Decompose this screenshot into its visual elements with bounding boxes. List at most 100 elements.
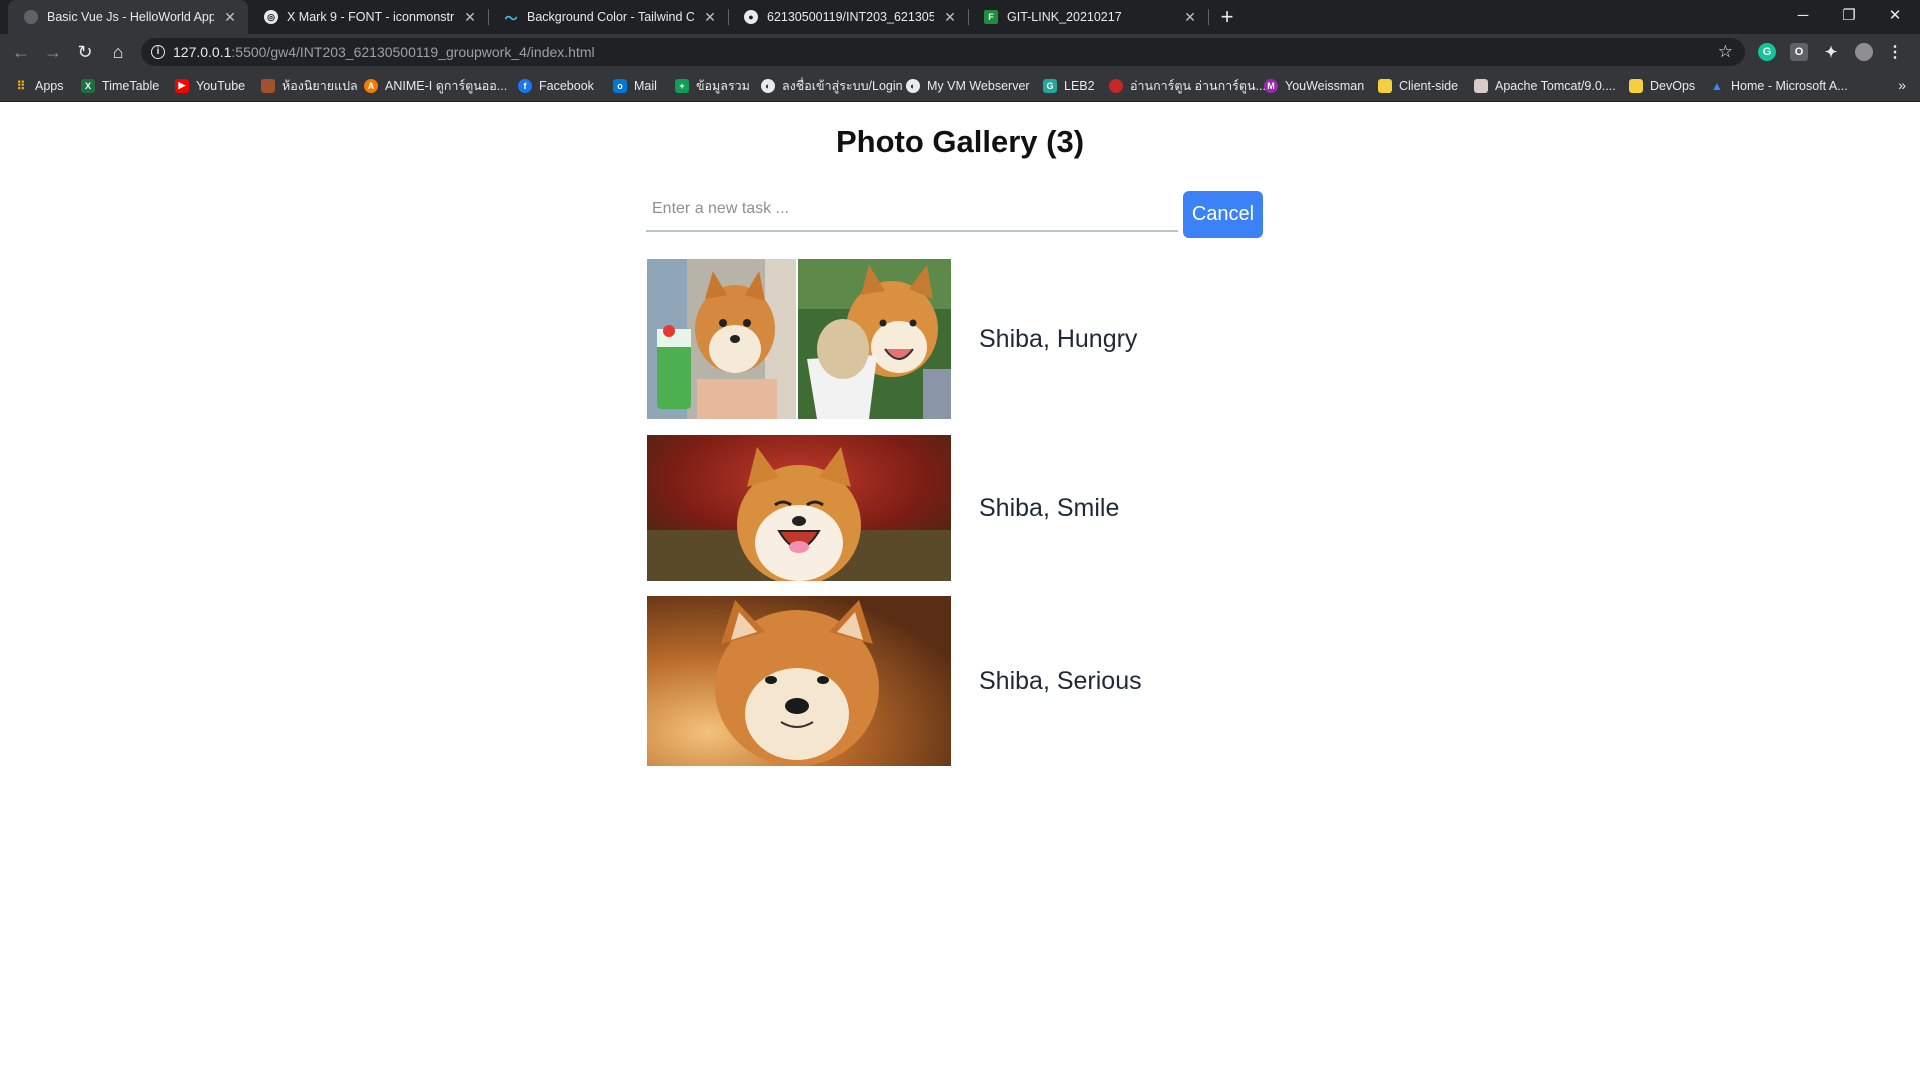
tab-tailwind[interactable]: 〜 Background Color - Tailwind CSS ✕ xyxy=(488,0,728,34)
close-icon[interactable]: ✕ xyxy=(942,9,958,26)
back-icon[interactable]: ← xyxy=(7,38,35,66)
new-tab-button[interactable]: + xyxy=(1214,4,1240,30)
tab-xmark[interactable]: ◎ X Mark 9 - FONT - iconmonstr ✕ xyxy=(248,0,488,34)
grammarly-icon[interactable]: G xyxy=(1758,43,1776,61)
bookmark-label: Home - Microsoft A... xyxy=(1731,78,1848,93)
bookmark-label: Client-side xyxy=(1399,78,1459,93)
bookmark-youweissman[interactable]: M YouWeissman xyxy=(1264,70,1364,101)
gallery-item[interactable]: Shiba, Smile xyxy=(647,435,1267,581)
forward-icon[interactable]: → xyxy=(39,38,67,66)
close-icon[interactable]: ✕ xyxy=(462,9,478,26)
menu-kebab-icon[interactable]: ⋮ xyxy=(1886,43,1904,61)
bookmark-tomcat[interactable]: Apache Tomcat/9.0.... xyxy=(1474,70,1616,101)
novel-site-icon xyxy=(261,78,275,93)
reload-icon[interactable]: ↻ xyxy=(71,38,99,66)
tab-basic-vue[interactable]: Basic Vue Js - HelloWorld App ✕ xyxy=(8,0,248,34)
excel-icon: X xyxy=(81,78,95,93)
puzzle-icon[interactable]: ✦ xyxy=(1822,43,1840,61)
browser-toolbar: ← → ↻ ⌂ i 127.0.0.1:5500/gw4/INT203_6213… xyxy=(0,34,1920,70)
bookmark-label: ข้อมูลรวม xyxy=(696,78,750,93)
home-icon[interactable]: ⌂ xyxy=(104,38,132,66)
bookmark-facebook[interactable]: f Facebook xyxy=(518,70,594,101)
page-title: Photo Gallery (3) xyxy=(835,124,1085,159)
bookmark-microsoft[interactable]: ▲ Home - Microsoft A... xyxy=(1710,70,1848,101)
profile-avatar[interactable] xyxy=(1855,43,1873,61)
bookmark-vm-webserver[interactable]: ◐ My VM Webserver xyxy=(906,70,1030,101)
leb2-icon: G xyxy=(1043,78,1057,93)
bookmark-label: Facebook xyxy=(539,78,594,93)
bookmark-youtube[interactable]: ▶ YouTube xyxy=(175,70,245,101)
facebook-icon: f xyxy=(518,78,532,93)
bookmark-apps[interactable]: ⠿ Apps xyxy=(14,70,64,101)
bookmark-label: LEB2 xyxy=(1064,78,1095,93)
shiba-hungry-image xyxy=(647,259,951,419)
shiba-serious-image xyxy=(647,596,951,766)
photo-shiba-serious[interactable] xyxy=(647,596,951,766)
bookmarks-bar: ⠿ Apps X TimeTable ▶ YouTube ห้องนิยายแป… xyxy=(0,70,1920,102)
bookmark-label: ANIME-I ดูการ์ตูนออ... xyxy=(385,78,508,93)
bookmark-label: Mail xyxy=(634,78,657,93)
youtube-icon: ▶ xyxy=(175,78,189,93)
photo-caption: Shiba, Serious xyxy=(979,666,1142,695)
bookmark-login[interactable]: ◐ ลงชื่อเข้าสู่ระบบ/Login xyxy=(761,70,903,101)
bookmark-novel[interactable]: ห้องนิยายแปล xyxy=(261,70,358,101)
bookmark-label: DevOps xyxy=(1650,78,1696,93)
close-icon[interactable]: ✕ xyxy=(222,9,238,26)
bookmark-label: My VM Webserver xyxy=(927,78,1030,93)
cancel-button[interactable]: Cancel xyxy=(1183,191,1263,238)
manga-site-icon xyxy=(1109,78,1123,93)
bookmark-label: ห้องนิยายแปล xyxy=(282,78,358,93)
bookmark-data[interactable]: + ข้อมูลรวม xyxy=(675,70,750,101)
gallery-item[interactable]: Shiba, Serious xyxy=(647,596,1267,766)
tab-strip: Basic Vue Js - HelloWorld App ✕ ◎ X Mark… xyxy=(0,0,1920,34)
photo-shiba-hungry[interactable] xyxy=(647,259,951,419)
tab-title: GIT-LINK_20210217 xyxy=(1007,10,1122,24)
tailwind-icon: 〜 xyxy=(504,10,518,26)
minimize-icon[interactable]: ─ xyxy=(1780,0,1826,30)
photo-shiba-smile[interactable] xyxy=(647,435,951,581)
outlook-icon: o xyxy=(613,78,627,93)
bookmark-label: YouTube xyxy=(196,78,246,93)
bookmark-label: Apache Tomcat/9.0.... xyxy=(1495,78,1616,93)
bookmark-anime[interactable]: A ANIME-I ดูการ์ตูนออ... xyxy=(364,70,507,101)
more-bookmarks-icon[interactable]: » xyxy=(1898,77,1906,93)
address-bar[interactable]: i 127.0.0.1:5500/gw4/INT203_62130500119_… xyxy=(141,38,1745,66)
tab-title: Basic Vue Js - HelloWorld App xyxy=(47,10,214,24)
bookmark-leb2[interactable]: G LEB2 xyxy=(1043,70,1095,101)
bookmark-mail[interactable]: o Mail xyxy=(613,70,657,101)
bookmark-devops[interactable]: DevOps xyxy=(1629,70,1695,101)
tab-title: Background Color - Tailwind CSS xyxy=(527,10,694,24)
close-icon[interactable]: ✕ xyxy=(702,9,718,26)
azure-icon: ▲ xyxy=(1711,78,1723,93)
page-content: Photo Gallery (3) Cancel xyxy=(0,102,1920,1080)
info-icon[interactable]: i xyxy=(151,45,165,59)
gallery-item[interactable]: Shiba, Hungry xyxy=(647,259,1267,419)
apps-grid-icon: ⠿ xyxy=(16,78,26,93)
url-host: 127.0.0.1 xyxy=(173,44,232,60)
photo-caption: Shiba, Hungry xyxy=(979,324,1138,353)
bookmark-label: YouWeissman xyxy=(1285,78,1365,93)
tab-git-link[interactable]: F GIT-LINK_20210217 ✕ xyxy=(968,0,1208,34)
anime-site-icon: A xyxy=(364,78,378,93)
globe-icon: ◐ xyxy=(761,78,775,93)
tab-github[interactable]: ● 62130500119/INT203_62130500 ✕ xyxy=(728,0,968,34)
bookmark-client-side[interactable]: Client-side xyxy=(1378,70,1458,101)
extension-o-icon[interactable]: O xyxy=(1790,43,1808,61)
folder-icon xyxy=(1629,78,1643,93)
task-input[interactable] xyxy=(646,188,1178,232)
bookmark-timetable[interactable]: X TimeTable xyxy=(81,70,159,101)
restore-icon[interactable]: ❐ xyxy=(1826,0,1872,30)
tomcat-icon xyxy=(1474,78,1488,93)
photo-caption: Shiba, Smile xyxy=(979,493,1120,522)
url-path: :5500/gw4/INT203_62130500119_groupwork_4… xyxy=(231,44,595,60)
bookmark-star-icon[interactable]: ☆ xyxy=(1718,42,1733,62)
close-window-icon[interactable]: ✕ xyxy=(1872,0,1918,30)
youweissman-icon: M xyxy=(1264,78,1278,93)
sheet-icon: F xyxy=(984,10,998,24)
tab-title: 62130500119/INT203_62130500 xyxy=(767,10,934,24)
bookmark-label: TimeTable xyxy=(102,78,160,93)
bookmark-manga[interactable]: อ่านการ์ตูน อ่านการ์ตูน... xyxy=(1109,70,1266,101)
close-icon[interactable]: ✕ xyxy=(1182,9,1198,26)
globe-icon xyxy=(24,10,38,24)
globe-icon: ◐ xyxy=(906,78,920,93)
